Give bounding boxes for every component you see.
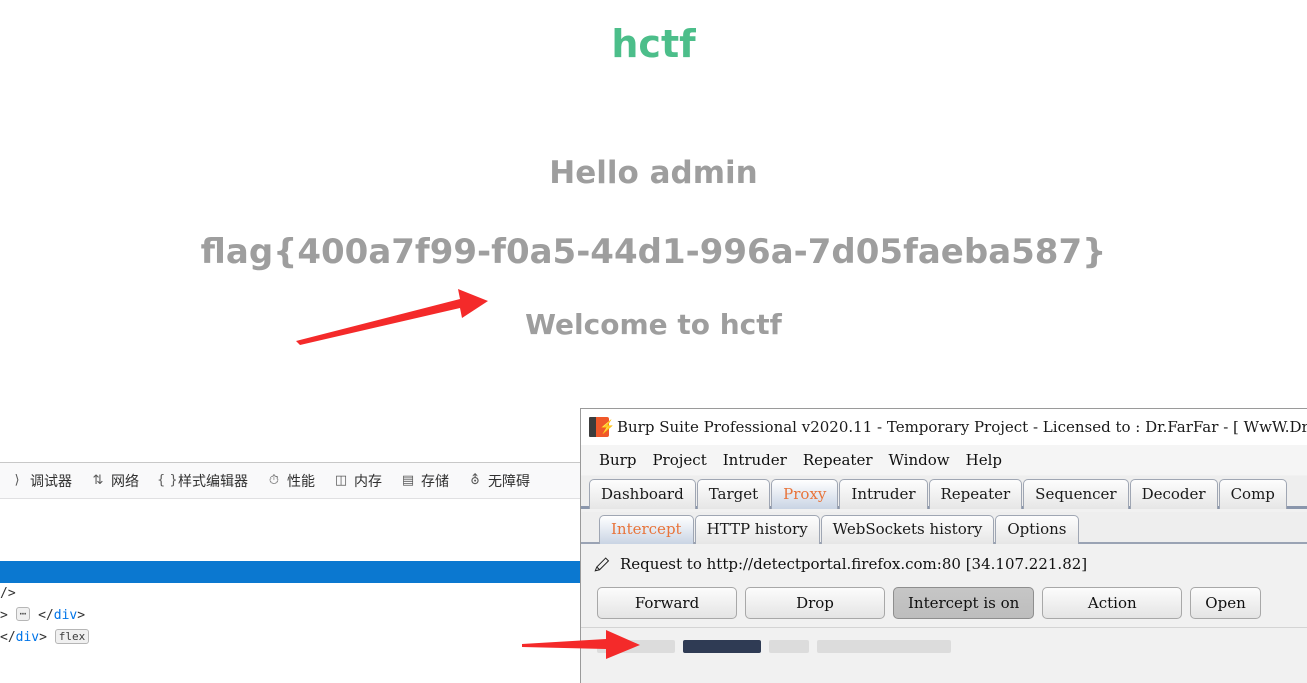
devtools-tab-label: 性能	[287, 473, 315, 490]
devtools-tab-memory[interactable]: ◫ 内存	[324, 464, 391, 498]
devtools-tab-label: 样式编辑器	[178, 473, 248, 490]
burp-menu-bar: Burp Project Intruder Repeater Window He…	[581, 445, 1307, 475]
devtools-tab-label: 内存	[354, 473, 382, 490]
network-icon: ⇅	[92, 472, 104, 488]
storage-icon: ▤	[401, 472, 415, 488]
burp-window-title: Burp Suite Professional v2020.11 - Tempo…	[617, 418, 1307, 436]
devtools-tab-style-editor[interactable]: { } 样式编辑器	[148, 464, 257, 498]
burp-intercept-button-row: Forward Drop Intercept is on Action Open	[581, 583, 1307, 623]
menu-item-project[interactable]: Project	[644, 449, 714, 471]
page-site-title: hctf	[611, 22, 696, 66]
burp-request-info-bar: Request to http://detectportal.firefox.c…	[581, 546, 1307, 582]
style-editor-icon: { }	[157, 472, 178, 488]
tab-proxy[interactable]: Proxy	[771, 479, 839, 509]
subtab-options[interactable]: Options	[995, 515, 1079, 544]
burp-title-bar: ⚡ Burp Suite Professional v2020.11 - Tem…	[581, 409, 1307, 445]
subtab-http-history[interactable]: HTTP history	[694, 515, 820, 544]
burp-suite-window: ⚡ Burp Suite Professional v2020.11 - Tem…	[580, 408, 1307, 683]
forward-button[interactable]: Forward	[597, 587, 737, 619]
burp-proxy-sub-tab-strip: Intercept HTTP history WebSockets histor…	[581, 512, 1307, 544]
burp-main-tab-strip: Dashboard Target Proxy Intruder Repeater…	[581, 476, 1307, 509]
open-browser-button[interactable]: Open	[1190, 587, 1261, 619]
devtools-inspector-body: /> > ⋯ </div> </div> flex	[0, 499, 580, 683]
tab-comparer[interactable]: Comp	[1218, 479, 1287, 509]
markup-line[interactable]: </div> flex	[0, 627, 580, 649]
editor-view-chip[interactable]	[817, 640, 951, 653]
performance-icon: ⏱	[268, 472, 280, 488]
intercept-toggle-button[interactable]: Intercept is on	[893, 587, 1035, 619]
devtools-tab-label: 网络	[111, 473, 139, 490]
page-welcome-text: Welcome to hctf	[525, 308, 782, 341]
inspector-selected-node-row[interactable]	[0, 561, 580, 583]
pencil-icon	[594, 557, 610, 572]
devtools-tab-strip: ⟩ 调试器 ⇅ 网络 { } 样式编辑器 ⏱ 性能 ◫ 内存 ▤ 存储 ⛢ 无障…	[0, 463, 580, 499]
flex-badge[interactable]: flex	[54, 629, 90, 644]
burp-suite-logo-icon: ⚡	[589, 417, 615, 437]
firefox-devtools-panel: ⟩ 调试器 ⇅ 网络 { } 样式编辑器 ⏱ 性能 ◫ 内存 ▤ 存储 ⛢ 无障…	[0, 462, 580, 683]
editor-view-chip[interactable]	[597, 640, 675, 653]
drop-button[interactable]: Drop	[745, 587, 885, 619]
tab-target[interactable]: Target	[696, 479, 771, 509]
editor-view-chip[interactable]	[769, 640, 809, 653]
devtools-tab-debugger[interactable]: ⟩ 调试器	[0, 464, 81, 498]
devtools-tab-performance[interactable]: ⏱ 性能	[257, 464, 324, 498]
markup-line[interactable]: > ⋯ </div>	[0, 605, 580, 627]
devtools-tab-network[interactable]: ⇅ 网络	[81, 464, 148, 498]
memory-icon: ◫	[334, 472, 348, 488]
devtools-tab-storage[interactable]: ▤ 存储	[391, 464, 458, 498]
tab-decoder[interactable]: Decoder	[1129, 479, 1218, 509]
subtab-intercept[interactable]: Intercept	[599, 515, 694, 544]
menu-item-intruder[interactable]: Intruder	[715, 449, 795, 471]
tab-intruder[interactable]: Intruder	[839, 479, 928, 509]
devtools-tab-accessibility[interactable]: ⛢ 无障碍	[458, 464, 539, 498]
devtools-tab-label: 无障碍	[488, 473, 530, 490]
menu-item-help[interactable]: Help	[958, 449, 1010, 471]
devtools-tab-label: 调试器	[30, 473, 72, 490]
tab-sequencer[interactable]: Sequencer	[1023, 479, 1129, 509]
page-greeting-text: Hello admin	[549, 155, 758, 191]
menu-item-window[interactable]: Window	[881, 449, 958, 471]
markup-line[interactable]: />	[0, 583, 580, 605]
expand-ellipsis-icon[interactable]: ⋯	[15, 607, 31, 621]
debugger-icon: ⟩	[14, 472, 20, 488]
subtab-websockets-history[interactable]: WebSockets history	[820, 515, 995, 544]
burp-editor-toolbar-strip	[581, 627, 1307, 683]
request-target-label: Request to http://detectportal.firefox.c…	[620, 555, 1088, 573]
page-flag-text: flag{400a7f99-f0a5-44d1-996a-7d05faeba58…	[200, 232, 1107, 272]
accessibility-icon: ⛢	[470, 472, 480, 488]
tab-repeater[interactable]: Repeater	[928, 479, 1023, 509]
action-button[interactable]: Action	[1042, 587, 1183, 619]
devtools-tab-label: 存储	[421, 473, 449, 490]
menu-item-burp[interactable]: Burp	[591, 449, 644, 471]
tab-dashboard[interactable]: Dashboard	[589, 479, 696, 509]
inspector-markup-view: /> > ⋯ </div> </div> flex	[0, 583, 580, 649]
browser-page-content: hctf Hello admin flag{400a7f99-f0a5-44d1…	[0, 0, 1307, 462]
editor-view-chip-selected[interactable]	[683, 640, 761, 653]
menu-item-repeater[interactable]: Repeater	[795, 449, 881, 471]
